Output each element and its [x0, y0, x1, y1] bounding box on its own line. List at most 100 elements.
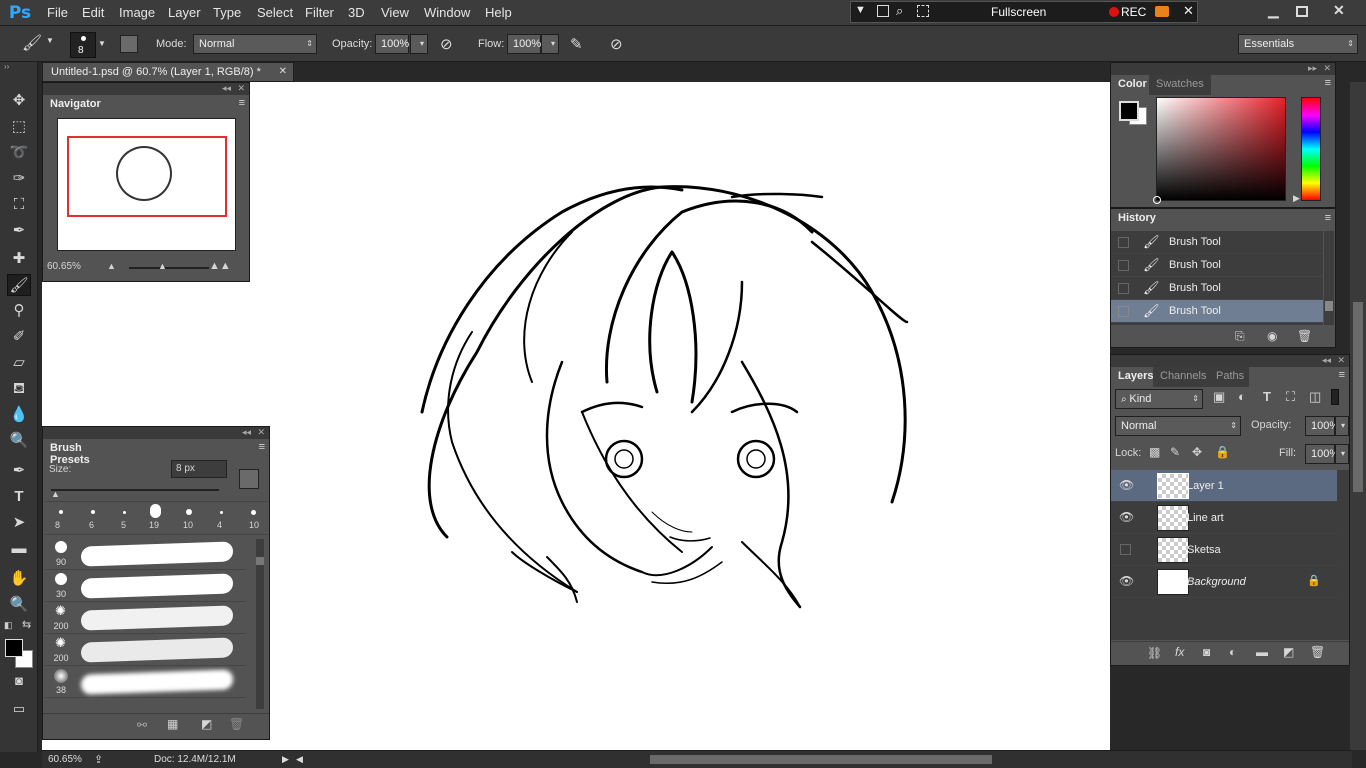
- share-icon[interactable]: ⇪: [94, 753, 103, 766]
- link-layers-icon[interactable]: ⛓: [1147, 646, 1162, 660]
- pressure-opacity-icon[interactable]: ⊘: [440, 35, 453, 53]
- snapshot-checkbox[interactable]: [1118, 260, 1129, 271]
- trash-icon[interactable]: 🗑: [1310, 645, 1325, 659]
- flow-input[interactable]: 100%: [507, 34, 541, 54]
- close-icon[interactable]: ✕: [1183, 3, 1194, 19]
- scrollbar[interactable]: [256, 539, 264, 709]
- healing-brush-tool-icon[interactable]: ✚: [7, 248, 31, 270]
- brush-tip-icon[interactable]: [251, 510, 256, 515]
- tab-navigator[interactable]: Navigator: [43, 95, 113, 115]
- brush-size-slider[interactable]: [51, 489, 219, 491]
- close-icon[interactable]: ✕: [237, 83, 245, 94]
- minimize-icon[interactable]: ▁: [1268, 2, 1279, 19]
- camera-icon[interactable]: [1155, 6, 1169, 17]
- brush-preset-icon[interactable]: 🖌: [20, 33, 44, 53]
- trash-icon[interactable]: 🗑: [229, 717, 244, 731]
- eyedropper-tool-icon[interactable]: ✒: [7, 220, 31, 242]
- panel-menu-icon[interactable]: ≡: [1325, 77, 1331, 89]
- menu-help[interactable]: Help: [485, 5, 512, 20]
- rec-button[interactable]: REC: [1121, 5, 1146, 19]
- foreground-color-swatch[interactable]: [1119, 101, 1139, 121]
- fill-input[interactable]: 100%: [1305, 444, 1339, 464]
- layer-name[interactable]: Sketsa: [1187, 544, 1221, 556]
- close-icon[interactable]: ✕: [1323, 63, 1331, 74]
- chevron-down-icon[interactable]: ▼: [46, 36, 54, 45]
- list-item[interactable]: ✺ 200: [45, 603, 245, 634]
- color-field[interactable]: [1153, 97, 1286, 204]
- layer-name[interactable]: Background: [1187, 576, 1246, 588]
- hue-slider[interactable]: [1301, 97, 1321, 201]
- zoom-tool-icon[interactable]: 🔍: [7, 594, 31, 616]
- menu-edit[interactable]: Edit: [82, 5, 104, 20]
- scroll-left-icon[interactable]: ◀: [296, 754, 303, 765]
- airbrush-icon[interactable]: ✎: [570, 35, 583, 53]
- marquee-tool-icon[interactable]: ⬚: [7, 116, 31, 138]
- scrollbar-thumb[interactable]: [256, 557, 264, 565]
- search-icon[interactable]: ⌕: [896, 3, 903, 19]
- list-item[interactable]: 🖌 Brush Tool: [1111, 277, 1323, 300]
- collapse-icon[interactable]: ››: [4, 62, 9, 71]
- horizontal-scrollbar-thumb[interactable]: [650, 755, 992, 764]
- layer-row[interactable]: 👁 Layer 1: [1111, 470, 1337, 502]
- collapse-icon[interactable]: ◂◂: [222, 83, 231, 94]
- menu-image[interactable]: Image: [119, 5, 155, 20]
- fill-dropdown[interactable]: ▾: [1335, 444, 1349, 464]
- zoom-slider-handle[interactable]: ▲: [158, 261, 167, 271]
- quick-mask-icon[interactable]: ◙: [7, 670, 31, 692]
- collapse-icon[interactable]: ◂◂: [1322, 355, 1331, 366]
- close-icon[interactable]: ✕: [1337, 355, 1345, 366]
- brush-tip-icon[interactable]: [220, 511, 223, 514]
- shape-filter-icon[interactable]: ⛶: [1286, 389, 1295, 405]
- lock-all-icon[interactable]: 🔒: [1215, 445, 1230, 459]
- pixel-filter-icon[interactable]: ▣: [1213, 389, 1225, 405]
- chevron-down-icon[interactable]: ▼: [98, 39, 106, 48]
- menu-view[interactable]: View: [381, 5, 409, 20]
- brush-tip-icon[interactable]: [150, 504, 161, 518]
- zoom-slider[interactable]: [129, 267, 209, 269]
- eraser-tool-icon[interactable]: ▱: [7, 352, 31, 374]
- brush-tool-icon[interactable]: 🖌: [7, 274, 31, 296]
- opacity-input[interactable]: 100%: [375, 34, 409, 54]
- mode-select[interactable]: Normal ⇕: [193, 34, 317, 54]
- clone-stamp-tool-icon[interactable]: ⚲: [7, 300, 31, 322]
- visibility-toggle-empty[interactable]: [1120, 544, 1131, 555]
- folder-icon[interactable]: ▬: [1256, 645, 1268, 659]
- navigator-preview[interactable]: [57, 118, 236, 251]
- layer-name[interactable]: Layer 1: [1187, 480, 1224, 492]
- scrollbar-thumb[interactable]: [1353, 302, 1363, 492]
- menu-type[interactable]: Type: [213, 5, 241, 20]
- screen-mode-icon[interactable]: ▭: [7, 698, 31, 720]
- panel-menu-icon[interactable]: ≡: [239, 97, 245, 109]
- tab-history[interactable]: History: [1111, 209, 1159, 229]
- grid-view-icon[interactable]: ▦: [167, 717, 178, 731]
- list-item[interactable]: 38: [45, 667, 245, 698]
- layer-row[interactable]: 👁 Background 🔒: [1111, 566, 1337, 598]
- list-item[interactable]: ✺ 200: [45, 635, 245, 666]
- new-preset-icon[interactable]: ◩: [201, 717, 212, 731]
- default-colors-icon[interactable]: ◧: [4, 620, 13, 631]
- layer-opacity-input[interactable]: 100%: [1305, 416, 1339, 436]
- quick-selection-tool-icon[interactable]: ✑: [7, 168, 31, 190]
- status-zoom-value[interactable]: 60.65%: [48, 754, 82, 765]
- smart-object-filter-icon[interactable]: ◫: [1309, 389, 1321, 405]
- document-tab[interactable]: Untitled-1.psd @ 60.7% (Layer 1, RGB/8) …: [42, 62, 294, 82]
- pressure-size-icon[interactable]: ⊘: [610, 35, 623, 53]
- new-layer-icon[interactable]: ◩: [1283, 645, 1294, 659]
- fullscreen-label[interactable]: Fullscreen: [991, 5, 1046, 19]
- zoom-out-icon[interactable]: ▲: [107, 261, 116, 271]
- status-menu-arrow-icon[interactable]: ▶: [282, 754, 289, 765]
- camera-icon[interactable]: ◉: [1267, 329, 1277, 343]
- menu-select[interactable]: Select: [257, 5, 293, 20]
- flow-dropdown[interactable]: ▾: [541, 34, 559, 54]
- path-selection-tool-icon[interactable]: ➤: [7, 512, 31, 534]
- zoom-in-icon[interactable]: ▲▲: [209, 260, 231, 272]
- tab-swatches[interactable]: Swatches: [1149, 75, 1211, 95]
- tab-layers[interactable]: Layers: [1111, 367, 1153, 387]
- lock-transparent-icon[interactable]: ▩: [1149, 445, 1160, 459]
- layer-row[interactable]: Sketsa: [1111, 534, 1337, 566]
- brush-size-picker[interactable]: 8: [70, 32, 96, 58]
- list-item[interactable]: 🖌 Brush Tool: [1111, 254, 1323, 277]
- brush-panel-toggle-icon[interactable]: [239, 469, 259, 489]
- tab-channels[interactable]: Channels: [1153, 367, 1209, 387]
- type-filter-icon[interactable]: T: [1263, 389, 1271, 404]
